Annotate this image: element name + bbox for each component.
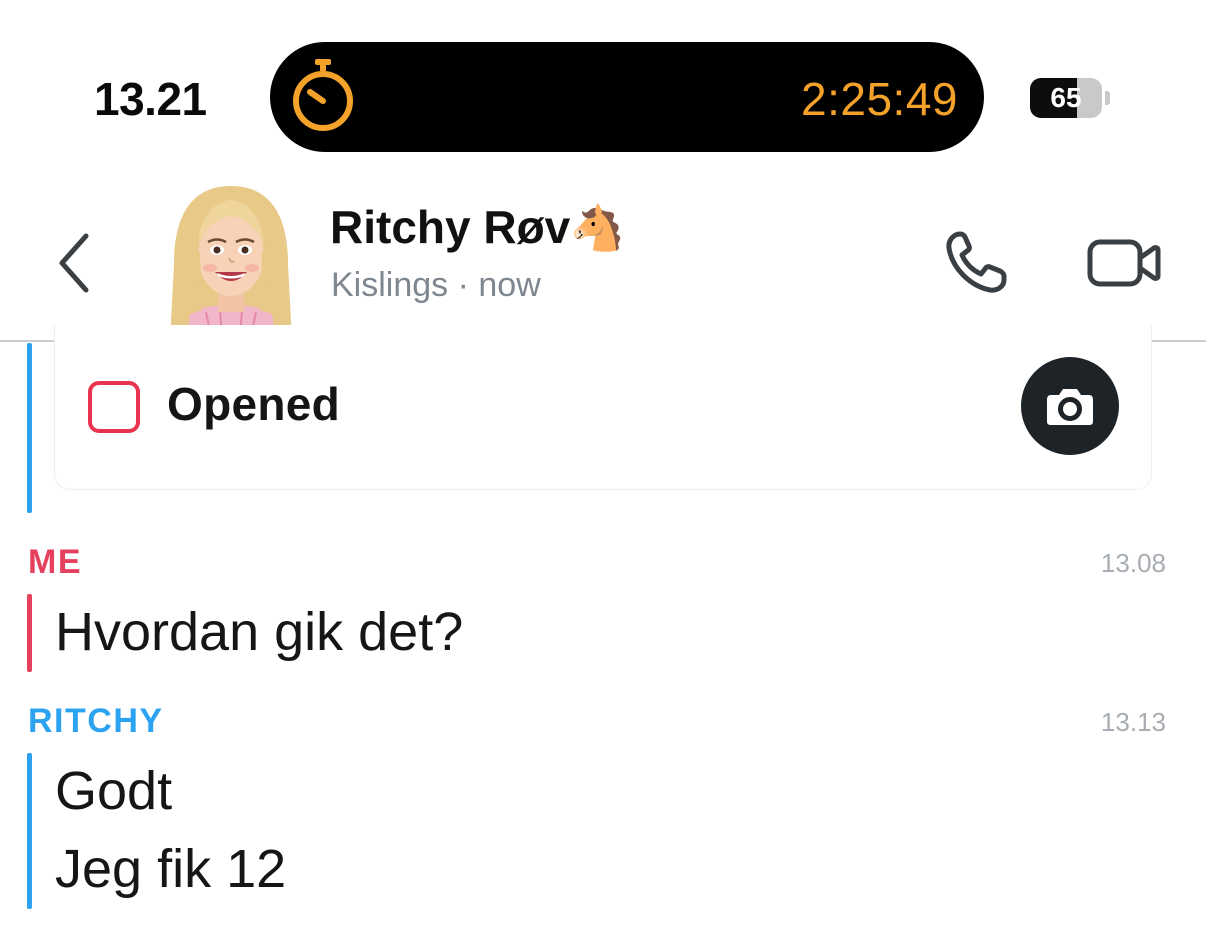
video-camera-icon[interactable] — [1084, 234, 1164, 292]
contact-name[interactable]: Ritchy Røv🐴 — [330, 200, 625, 254]
stopwatch-time: 2:25:49 — [801, 73, 958, 125]
horse-emoji: 🐴 — [570, 204, 626, 253]
message-sender-friend: RITCHY — [28, 702, 164, 740]
message-text: Godt — [55, 761, 173, 821]
stopwatch-icon — [293, 59, 353, 131]
chat-screen: 13.21 2:25:49 65 Ritchy Røv🐴 Kislings · … — [0, 0, 1206, 928]
friend-thread-bar — [27, 753, 32, 909]
phone-icon[interactable] — [940, 228, 1016, 298]
dynamic-island[interactable]: 2:25:49 — [270, 42, 984, 152]
battery-shell: 65 — [1030, 78, 1102, 118]
battery-percent: 65 — [1050, 82, 1082, 113]
avatar[interactable] — [160, 184, 302, 341]
message-time: 13.13 — [1100, 707, 1166, 737]
battery-nub — [1105, 91, 1110, 105]
friend-thread-bar — [27, 343, 32, 513]
chevron-left-icon[interactable] — [50, 228, 100, 298]
camera-reply-button[interactable] — [1021, 357, 1119, 455]
message-text: Jeg fik 12 — [55, 839, 287, 899]
message-sender-me: ME — [28, 543, 82, 581]
camera-icon — [1047, 389, 1093, 425]
chat-header: Ritchy Røv🐴 Kislings · now — [0, 170, 1206, 342]
contact-name-text: Ritchy Røv — [330, 201, 571, 253]
me-thread-bar — [27, 594, 32, 672]
message-time: 13.08 — [1100, 548, 1166, 578]
status-time: 13.21 — [94, 73, 207, 125]
snap-status-label: Opened — [167, 378, 341, 430]
battery-indicator: 65 — [1030, 78, 1112, 118]
snap-status-square-icon — [88, 381, 140, 433]
contact-subtitle: Kislings · now — [331, 266, 541, 304]
snap-card[interactable]: Opened — [54, 325, 1152, 490]
message-text: Hvordan gik det? — [55, 602, 464, 662]
